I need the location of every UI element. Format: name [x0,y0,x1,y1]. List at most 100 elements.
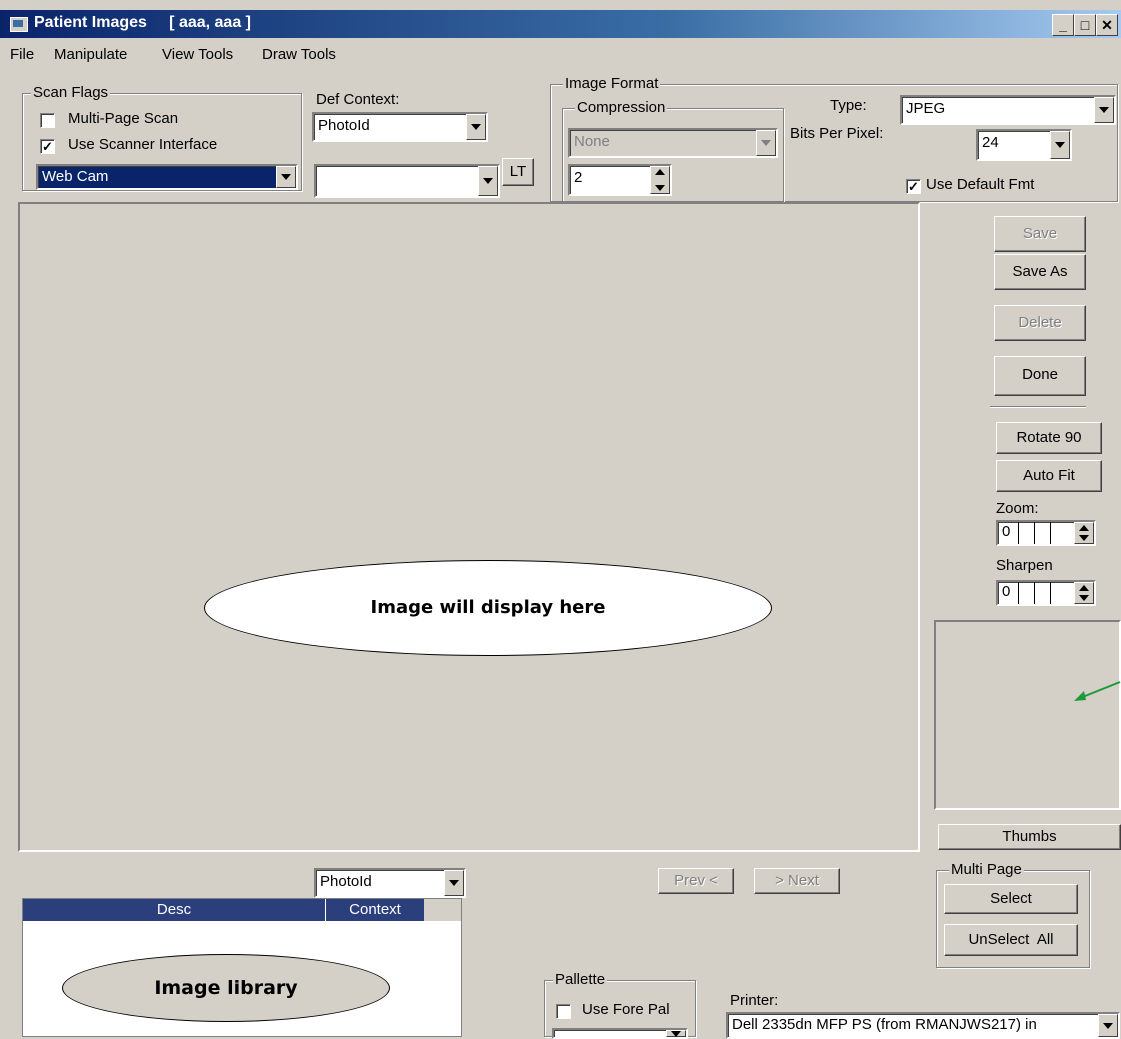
image-viewer[interactable] [18,202,920,852]
pallette-select[interactable] [552,1028,688,1039]
zoom-label: Zoom: [996,500,1039,517]
library-context-value: PhotoId [320,873,372,890]
use-fore-pal-checkbox[interactable] [556,1004,571,1019]
spinner-arrows-icon[interactable] [1074,522,1094,544]
title-bar[interactable]: Patient Images [ aaa, aaa ] _ □ ✕ [0,10,1121,38]
menu-bar: File Manipulate View Tools Draw Tools [0,42,1121,64]
zoom-tick [1034,522,1035,544]
use-scanner-interface-label: Use Scanner Interface [68,136,218,153]
auto-fit-button-label: Auto Fit [1023,467,1075,484]
use-default-fmt-checkbox[interactable]: ✓ [906,179,921,194]
zoom-tick [1018,522,1019,544]
image-format-label: Image Format [563,75,661,92]
sharpen-spinner[interactable]: 0 [996,580,1096,606]
lt-button-label: LT [509,163,527,180]
type-select[interactable]: JPEG [900,95,1116,125]
arrow-icon [1074,681,1121,701]
chevron-down-icon[interactable] [466,114,486,140]
image-display-callout: Image will display here [204,560,772,656]
zoom-spinner[interactable]: 0 [996,520,1096,546]
prev-button[interactable]: Prev < [658,868,734,894]
column-header-context[interactable]: Context [326,899,424,921]
done-button[interactable]: Done [994,356,1086,396]
chevron-down-icon[interactable] [1094,97,1114,123]
menu-manipulate[interactable]: Manipulate [54,46,127,63]
rotate-90-button[interactable]: Rotate 90 [996,422,1102,454]
scan-flags-label: Scan Flags [31,84,111,101]
spinner-arrows-icon[interactable] [1074,582,1094,604]
window-title: Patient Images [ aaa, aaa ] [34,14,251,32]
scan-source-value: Web Cam [42,168,109,185]
library-context-select[interactable]: PhotoId [314,868,466,898]
sharpen-value: 0 [1002,583,1011,600]
quality-spinner[interactable]: 2 [568,164,672,196]
sharpen-label: Sharpen [996,557,1053,574]
action-divider [990,406,1086,408]
save-as-button[interactable]: Save As [994,254,1086,290]
chevron-down-icon[interactable] [756,130,776,156]
menu-file[interactable]: File [10,46,34,63]
save-as-button-label: Save As [1012,263,1068,280]
sharpen-tick [1050,582,1051,604]
column-header-filler [424,899,461,921]
done-button-label: Done [1022,366,1058,383]
auto-fit-button[interactable]: Auto Fit [996,460,1102,492]
app-icon [10,17,28,32]
type-value: JPEG [906,100,946,117]
next-button-label: > Next [775,872,819,889]
rotate-90-button-label: Rotate 90 [1016,429,1082,446]
select-button-label: Select [990,890,1032,907]
delete-button[interactable]: Delete [994,305,1086,341]
thumbs-button-label: Thumbs [1002,828,1057,845]
chevron-down-icon[interactable] [478,166,498,196]
def-context-value: PhotoId [318,117,370,134]
thumbs-button[interactable]: Thumbs [938,824,1121,850]
compression-label: Compression [575,99,668,116]
printer-value: Dell 2335dn MFP PS (from RMANJWS217) in [732,1016,1037,1033]
sharpen-tick [1034,582,1035,604]
bits-per-pixel-select[interactable]: 24 [976,129,1072,161]
use-fore-pal-label: Use Fore Pal [582,1001,670,1018]
chevron-down-icon[interactable] [666,1030,686,1037]
zoom-tick [1050,522,1051,544]
prev-button-label: Prev < [674,872,718,889]
chevron-down-icon[interactable] [444,870,464,896]
save-button-label: Save [1022,225,1058,242]
menu-draw-tools[interactable]: Draw Tools [262,46,336,63]
def-context-label: Def Context: [316,91,400,108]
chevron-down-icon[interactable] [276,166,296,188]
bits-per-pixel-value: 24 [982,134,999,151]
window-title-text: Patient Images [34,14,147,31]
minimize-icon[interactable]: _ [1052,14,1074,36]
image-library-callout: Image library [62,954,390,1022]
lt-button[interactable]: LT [502,158,534,186]
chevron-down-icon[interactable] [1050,131,1070,159]
compression-value: None [574,133,610,150]
close-icon[interactable]: ✕ [1096,14,1118,36]
column-header-desc[interactable]: Desc [23,899,326,921]
chevron-down-icon[interactable] [1098,1014,1118,1037]
def-context-select[interactable]: PhotoId [312,112,488,142]
pallette-label: Pallette [553,971,608,988]
use-scanner-interface-checkbox[interactable]: ✓ [40,139,55,154]
quality-value: 2 [574,169,583,186]
multi-page-scan-label: Multi-Page Scan [68,110,179,127]
delete-button-label: Delete [1018,314,1062,331]
thumbnail-panel[interactable] [934,620,1121,810]
next-button[interactable]: > Next [754,868,840,894]
use-default-fmt-label: Use Default Fmt [926,176,1035,193]
bits-per-pixel-label: Bits Per Pixel: [790,125,884,142]
select-button[interactable]: Select [944,884,1078,914]
multi-page-scan-checkbox[interactable] [40,113,55,128]
def-context-second-select[interactable] [314,164,500,198]
save-button[interactable]: Save [994,216,1086,252]
scan-source-select[interactable]: Web Cam [36,164,298,190]
type-label: Type: [830,97,867,114]
spinner-arrows-icon[interactable] [650,166,670,194]
unselect-all-button-label: UnSelect All [968,931,1054,948]
unselect-all-button[interactable]: UnSelect All [944,924,1078,956]
menu-view-tools[interactable]: View Tools [162,46,233,63]
maximize-icon[interactable]: □ [1074,14,1096,36]
patient-name: [ aaa, aaa ] [169,14,251,31]
compression-select[interactable]: None [568,128,778,158]
